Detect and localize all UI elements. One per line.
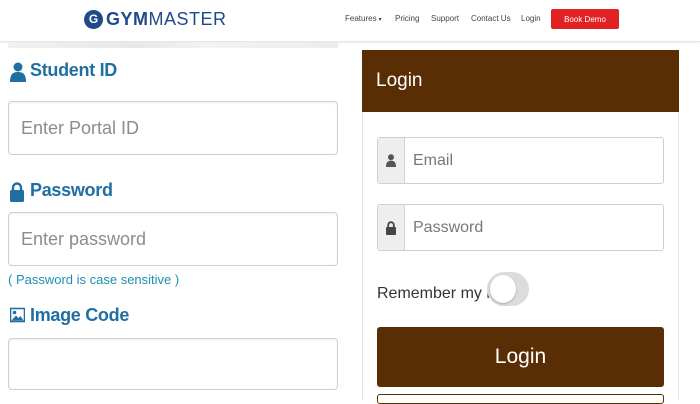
user-icon [10, 62, 26, 82]
nav-support[interactable]: Support [431, 14, 459, 23]
nav-pricing[interactable]: Pricing [395, 14, 419, 23]
image-code-label: Image Code [10, 305, 129, 326]
login-button[interactable]: Login [377, 327, 664, 387]
logo-text: GYMMASTER [106, 9, 227, 29]
header-image-strip [8, 42, 338, 48]
lock-icon [10, 181, 26, 202]
toggle-knob [490, 275, 516, 303]
password-label: Password [10, 180, 113, 202]
nav-features[interactable]: Features ▾ [345, 14, 382, 23]
lock-icon [378, 205, 405, 250]
caret-down-icon: ▾ [378, 17, 382, 23]
password-input[interactable]: Enter password [8, 212, 338, 266]
login-password-field[interactable]: Password [377, 204, 664, 251]
login-panel-header: Login [362, 50, 679, 112]
top-navbar: G GYMMASTER Features ▾ Pricing Support Co… [0, 0, 700, 42]
nav-login[interactable]: Login [521, 14, 541, 23]
remember-login-toggle[interactable] [487, 272, 529, 306]
password-hint: ( Password is case sensitive ) [8, 272, 180, 287]
logo-mark-icon: G [84, 9, 103, 29]
student-id-label: Student ID [10, 60, 117, 82]
secondary-button[interactable] [377, 394, 664, 404]
nav-contact-us[interactable]: Contact Us [471, 14, 511, 23]
login-panel-title: Login [376, 70, 423, 91]
email-placeholder: Email [413, 151, 454, 169]
image-icon [10, 307, 26, 325]
gymmaster-logo[interactable]: G GYMMASTER [84, 9, 227, 29]
password-placeholder: Password [413, 218, 484, 236]
user-icon [378, 138, 405, 183]
image-code-input[interactable] [8, 338, 338, 390]
student-id-input[interactable]: Enter Portal ID [8, 101, 338, 155]
book-demo-button[interactable]: Book Demo [551, 9, 619, 29]
email-field[interactable]: Email [377, 137, 664, 184]
